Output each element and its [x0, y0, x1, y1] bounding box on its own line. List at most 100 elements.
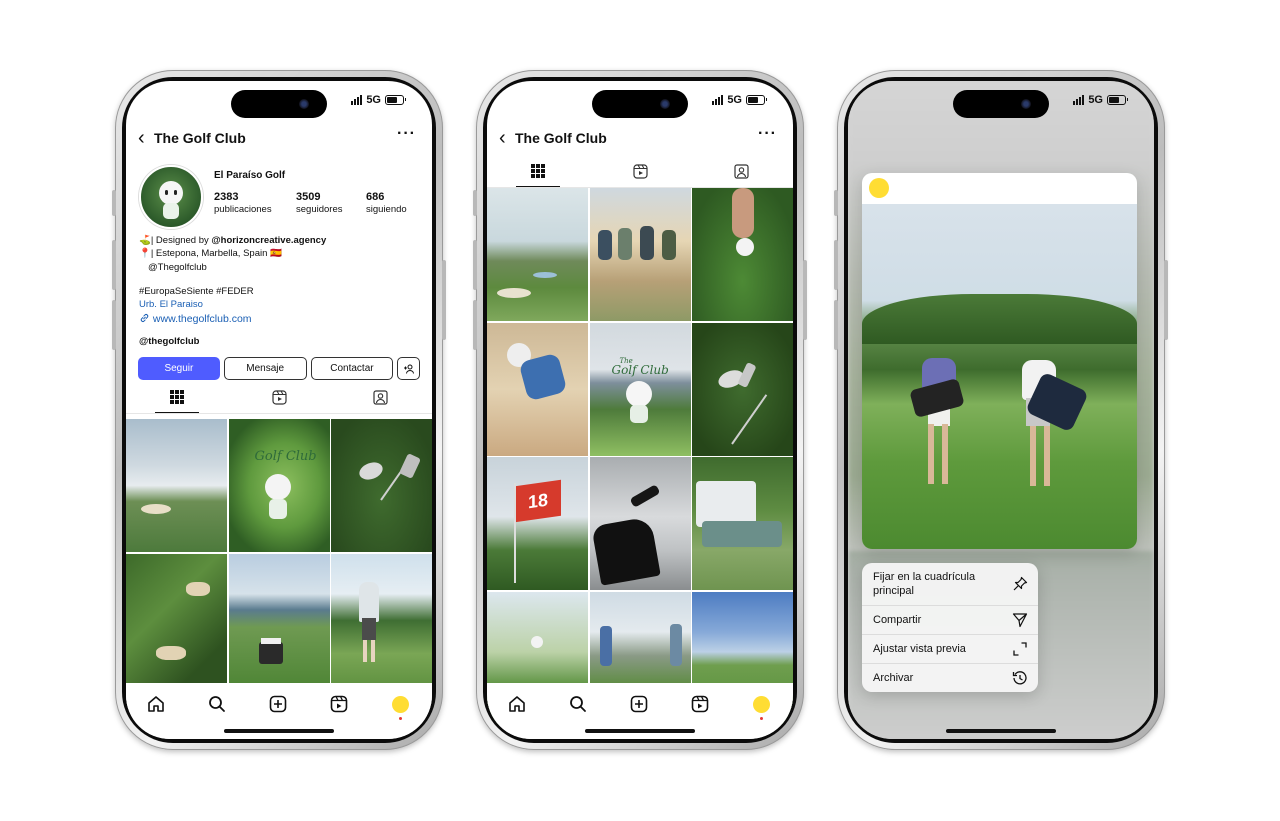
reels-icon — [632, 164, 648, 179]
website-link[interactable]: www.thegolfclub.com — [153, 313, 252, 325]
context-menu: Fijar en la cuadrícula principal Compart… — [862, 563, 1038, 692]
suggest-people-button[interactable] — [397, 357, 420, 380]
tab-tagged[interactable] — [358, 390, 402, 412]
grid-post[interactable] — [692, 188, 793, 321]
grid-icon — [531, 164, 545, 178]
tab-grid[interactable] — [516, 164, 560, 187]
grid-post[interactable] — [487, 322, 588, 456]
stat-following-label: siguiendo — [366, 204, 407, 215]
tab-grid[interactable] — [155, 390, 199, 413]
grid-post[interactable] — [331, 553, 432, 687]
bio-designed-text: ⛳| Designed by — [139, 235, 212, 246]
signal-icon — [351, 95, 363, 105]
dynamic-island — [953, 90, 1049, 118]
stat-following[interactable]: 686 siguiendo — [366, 191, 407, 215]
battery-icon — [1107, 95, 1128, 105]
threads-badge[interactable]: @thegolfclub — [139, 335, 199, 348]
network-label: 5G — [366, 94, 381, 106]
nav-search[interactable] — [565, 691, 591, 717]
context-menu-screen: 5G Fijar en la cuadrícula principal Comp… — [848, 81, 1154, 739]
menu-item-share[interactable]: Compartir — [862, 606, 1038, 635]
network-label: 5G — [1088, 94, 1103, 106]
tab-tagged[interactable] — [719, 164, 763, 186]
grid-post[interactable] — [126, 553, 227, 687]
tagged-person-icon — [372, 390, 388, 405]
profile-display-name: El Paraíso Golf — [214, 170, 286, 181]
status-bar: 5G — [1073, 94, 1128, 106]
send-icon — [1012, 613, 1028, 628]
search-icon — [209, 696, 225, 712]
post-preview-card[interactable] — [862, 173, 1137, 549]
menu-item-archive[interactable]: Archivar — [862, 664, 1038, 692]
grid-post[interactable]: Golf Club — [228, 419, 330, 552]
nav-reels[interactable] — [326, 691, 352, 717]
nav-home[interactable] — [143, 691, 169, 717]
bottom-nav — [126, 683, 432, 739]
profile-screen: 5G ‹ The Golf Club ··· El Paraíso Golf 2… — [126, 81, 432, 739]
plus-square-icon — [630, 695, 648, 713]
reels-icon — [691, 695, 709, 713]
menu-item-adjust-label: Ajustar vista previa — [873, 643, 966, 655]
network-label: 5G — [727, 94, 742, 106]
plus-square-icon — [269, 695, 287, 713]
back-icon[interactable]: ‹ — [138, 128, 145, 148]
grid-post[interactable] — [589, 188, 691, 321]
status-bar: 5G — [351, 94, 406, 106]
grid-post[interactable] — [126, 419, 227, 552]
status-bar: 5G — [712, 94, 767, 106]
grid-post[interactable] — [228, 553, 330, 687]
follow-button[interactable]: Seguir — [138, 357, 220, 380]
nav-search[interactable] — [204, 691, 230, 717]
signal-icon — [712, 95, 724, 105]
profile-header: ‹ The Golf Club ··· — [487, 125, 793, 151]
expand-icon — [1013, 642, 1027, 656]
phone-context-menu: 5G Fijar en la cuadrícula principal Comp… — [834, 70, 1168, 750]
tab-reels[interactable] — [618, 164, 662, 186]
battery-icon — [385, 95, 406, 105]
tab-reels[interactable] — [257, 390, 301, 412]
dynamic-island — [231, 90, 327, 118]
reels-icon — [271, 390, 287, 405]
message-button[interactable]: Mensaje — [223, 357, 307, 380]
more-options-icon[interactable]: ··· — [397, 125, 416, 143]
profile-avatar[interactable] — [139, 165, 203, 229]
nav-create[interactable] — [626, 691, 652, 717]
grid-post[interactable] — [692, 457, 793, 590]
profile-title: The Golf Club — [154, 130, 246, 146]
back-icon[interactable]: ‹ — [499, 128, 506, 148]
grid-icon — [170, 390, 184, 404]
home-icon — [509, 696, 525, 712]
grid-post[interactable] — [692, 322, 793, 456]
menu-item-pin[interactable]: Fijar en la cuadrícula principal — [862, 563, 1038, 606]
bio-handle[interactable]: @Thegolfclub — [148, 261, 207, 274]
stat-posts[interactable]: 2383 publicaciones — [214, 191, 272, 215]
grid-post[interactable] — [589, 457, 691, 590]
more-options-icon[interactable]: ··· — [758, 125, 777, 143]
grid-post[interactable]: The Golf Club — [589, 322, 691, 456]
bio-website[interactable]: www.thegolfclub.com — [139, 313, 252, 326]
nav-create[interactable] — [265, 691, 291, 717]
nav-home[interactable] — [504, 691, 530, 717]
bio-location-link[interactable]: Urb. El Paraiso — [139, 298, 203, 311]
home-icon — [148, 696, 164, 712]
phone-grid: 5G ‹ The Golf Club ··· The Golf Club 18 — [473, 70, 807, 750]
menu-item-adjust-preview[interactable]: Ajustar vista previa — [862, 635, 1038, 664]
grid-post[interactable] — [331, 419, 432, 552]
post-grid: Golf Club — [126, 419, 432, 687]
stat-followers-value: 3509 — [296, 191, 321, 203]
stat-followers[interactable]: 3509 seguidores — [296, 191, 342, 215]
grid-post[interactable] — [487, 188, 588, 321]
bio-agency-handle[interactable]: @horizoncreative.agency — [211, 235, 326, 246]
archive-history-icon — [1012, 671, 1027, 685]
nav-reels[interactable] — [687, 691, 713, 717]
post-author-avatar — [869, 178, 889, 198]
bio-hashtags[interactable]: #EuropaSeSiente #FEDER — [139, 285, 254, 298]
post-grid: The Golf Club 18 — [487, 188, 793, 725]
grid-post[interactable]: 18 — [487, 457, 588, 590]
bottom-nav — [487, 683, 793, 739]
profile-title: The Golf Club — [515, 130, 607, 146]
flag-number: 18 — [515, 479, 561, 523]
contact-button[interactable]: Contactar — [310, 357, 394, 380]
nav-profile[interactable] — [387, 691, 413, 720]
nav-profile[interactable] — [748, 691, 774, 720]
